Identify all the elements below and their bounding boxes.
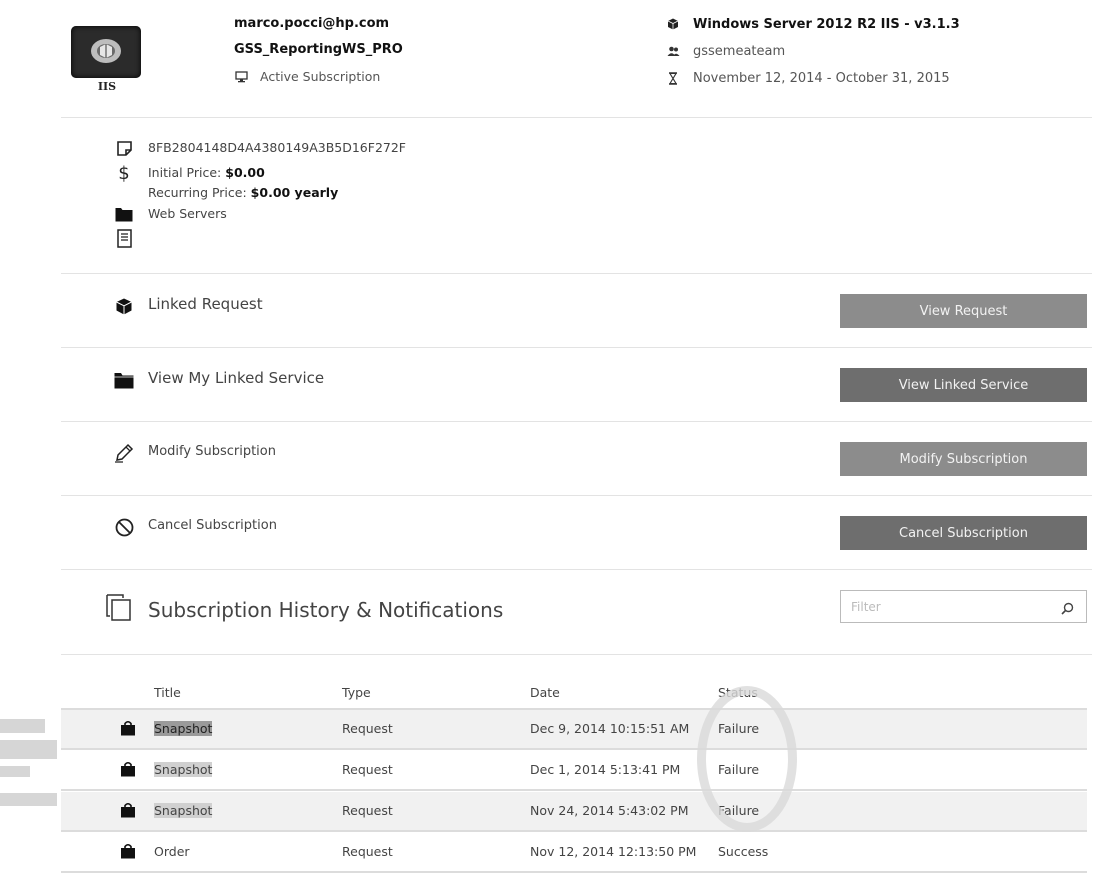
folder-icon (114, 370, 134, 390)
hourglass-icon (666, 71, 680, 85)
column-header-status[interactable]: Status (718, 685, 758, 700)
table-row[interactable]: Snapshot Request Dec 9, 2014 10:15:51 AM… (61, 710, 1087, 750)
row-title[interactable]: Snapshot (154, 803, 213, 818)
pencil-icon (114, 443, 134, 463)
cancel-subscription-label: Cancel Subscription (148, 518, 277, 533)
column-header-date[interactable]: Date (530, 685, 560, 700)
filter-box (840, 590, 1087, 623)
note-icon (115, 139, 133, 157)
logo-caption: IIS (97, 80, 117, 93)
cube-icon (666, 17, 680, 31)
cancel-icon (114, 517, 134, 537)
table-row[interactable]: Order Request Nov 12, 2014 12:13:50 PM S… (61, 833, 1087, 873)
row-title[interactable]: Order (154, 844, 190, 859)
subscription-period: November 12, 2014 - October 31, 2015 (693, 71, 950, 86)
recurring-price: Recurring Price: $0.00 yearly (148, 185, 338, 201)
filter-input[interactable] (841, 591, 1051, 622)
row-type: Request (342, 721, 393, 736)
bag-icon (120, 720, 136, 740)
initial-price-label: Initial Price: (148, 165, 222, 180)
copy-icon (106, 594, 132, 626)
divider (61, 273, 1092, 274)
bag-icon (120, 761, 136, 781)
subscription-status: Active Subscription (260, 69, 381, 84)
history-title: Subscription History & Notifications (148, 598, 504, 622)
divider (61, 495, 1092, 496)
row-title[interactable]: Snapshot (154, 721, 213, 736)
bag-icon (120, 802, 136, 822)
product-name: Windows Server 2012 R2 IIS - v3.1.3 (693, 17, 960, 32)
linked-request-label: Linked Request (148, 295, 263, 313)
table-row[interactable]: Snapshot Request Dec 1, 2014 5:13:41 PM … (61, 751, 1087, 791)
decorative-mark (0, 766, 30, 777)
row-type: Request (342, 762, 393, 777)
divider (61, 654, 1092, 655)
cancel-subscription-button[interactable]: Cancel Subscription (840, 516, 1087, 550)
subscription-id: 8FB2804148D4A4380149A3B5D16F272F (148, 140, 406, 155)
team-name: gssemeateam (693, 44, 786, 59)
table-row[interactable]: Snapshot Request Nov 24, 2014 5:43:02 PM… (61, 792, 1087, 832)
monitor-icon (234, 70, 248, 84)
user-email: marco.pocci@hp.com (234, 16, 390, 31)
divider (61, 421, 1092, 422)
row-status: Failure (718, 762, 760, 777)
row-date: Dec 1, 2014 5:13:41 PM (530, 762, 681, 777)
divider (61, 347, 1092, 348)
row-type: Request (342, 803, 393, 818)
modify-subscription-button[interactable]: Modify Subscription (840, 442, 1087, 476)
row-status: Failure (718, 721, 760, 736)
divider (61, 117, 1092, 118)
row-date: Nov 12, 2014 12:13:50 PM (530, 844, 697, 859)
row-date: Nov 24, 2014 5:43:02 PM (530, 803, 689, 818)
view-linked-service-button[interactable]: View Linked Service (840, 368, 1087, 402)
recurring-price-label: Recurring Price: (148, 185, 247, 200)
linked-service-label: View My Linked Service (148, 369, 325, 387)
subscription-name: GSS_ReportingWS_PRO (234, 42, 403, 57)
column-header-type[interactable]: Type (342, 685, 371, 700)
recurring-price-value: $0.00 yearly (250, 185, 339, 200)
folder-icon (115, 205, 133, 223)
dollar-icon: $ (118, 162, 130, 184)
search-icon[interactable] (1061, 600, 1074, 619)
category: Web Servers (148, 206, 227, 221)
initial-price-value: $0.00 (225, 165, 265, 180)
view-request-button[interactable]: View Request (840, 294, 1087, 328)
row-status: Failure (718, 803, 760, 818)
decorative-mark (0, 740, 57, 759)
divider (61, 569, 1092, 570)
iis-logo (71, 26, 141, 78)
column-header-title[interactable]: Title (154, 685, 181, 700)
row-status: Success (718, 844, 769, 859)
initial-price: Initial Price: $0.00 (148, 165, 265, 181)
modify-subscription-label: Modify Subscription (148, 444, 276, 459)
row-type: Request (342, 844, 393, 859)
users-icon (666, 44, 680, 58)
cube-icon (114, 296, 134, 316)
bag-icon (120, 843, 136, 863)
document-icon (115, 228, 133, 248)
row-date: Dec 9, 2014 10:15:51 AM (530, 721, 690, 736)
row-title[interactable]: Snapshot (154, 762, 213, 777)
decorative-mark (0, 719, 45, 733)
decorative-mark (0, 793, 57, 806)
